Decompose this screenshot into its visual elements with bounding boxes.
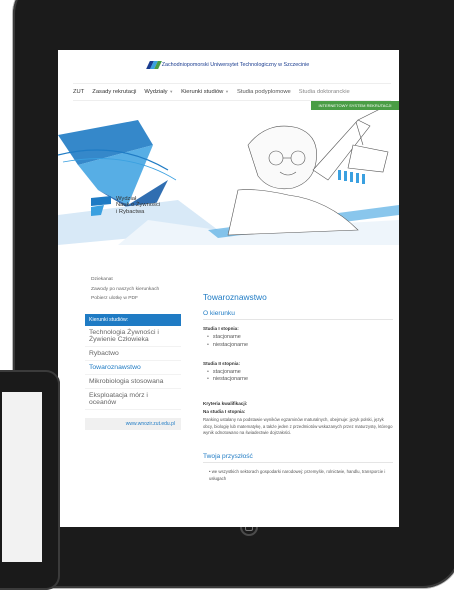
faculty-website-link[interactable]: www.wnozir.zut.edu.pl	[85, 418, 181, 430]
sidebar-link-dziekanat[interactable]: Dziekanat	[91, 275, 159, 285]
sidebar-item-eksploatacja[interactable]: Eksploatacja mórz i oceanów	[85, 389, 181, 410]
sidebar-item-technologia[interactable]: Technologia Żywności i Żywienie Człowiek…	[85, 326, 181, 347]
main-navigation: ZUT Zasady rekrutacji Wydziały ▼ Kierunk…	[73, 83, 391, 101]
sidebar-item-rybactwo[interactable]: Rybactwo	[85, 347, 181, 361]
university-logo-icon	[145, 61, 162, 69]
second-device-frame	[0, 370, 60, 590]
second-device-screen	[2, 392, 42, 562]
criteria-sub-label: Na studia I stopnia:	[203, 409, 246, 415]
sidebar-menu: Kierunki studiów: Technologia Żywności i…	[85, 314, 181, 430]
sidebar-link-pdf[interactable]: Pobierz ulotkę w PDF	[91, 294, 159, 304]
page-title: Towaroznawstwo	[203, 292, 267, 302]
list-item: niestacjonarne	[203, 376, 393, 384]
tablet-screen: Zachodniopomorski Uniwersytet Technologi…	[58, 50, 399, 527]
university-name[interactable]: Zachodniopomorski Uniwersytet Technologi…	[162, 62, 310, 68]
list-item: stacjonarne	[203, 334, 393, 342]
hero-illustration	[58, 110, 399, 245]
sidebar-links: Dziekanat Zawody po naszych kierunkach P…	[91, 275, 159, 304]
sidebar-item-mikrobiologia[interactable]: Mikrobiologia stosowana	[85, 375, 181, 389]
criteria-label: Kryteria kwalifikacji:	[203, 401, 248, 407]
nav-item-studia-podyplomowe[interactable]: Studia podyplomowe	[237, 89, 291, 95]
first-degree-label: Studia I stopnia:	[203, 326, 239, 331]
caret-down-icon: ▼	[169, 89, 174, 94]
faculty-name: Wydział Nauk o Żywności i Rybactwa	[116, 196, 161, 215]
nav-item-wydzialy[interactable]: Wydziały ▼	[144, 89, 173, 95]
list-item: niestacjonarne	[203, 342, 393, 350]
about-section-title: O kierunku	[203, 310, 393, 320]
future-section-title: Twoja przyszłość	[203, 453, 393, 463]
main-content: Towaroznawstwo O kierunku Studia I stopn…	[203, 292, 393, 482]
faculty-logo[interactable]: Wydział Nauk o Żywności i Rybactwa	[90, 196, 160, 216]
list-item: • we wszystkich sektorach gospodarki nar…	[209, 468, 386, 481]
caret-down-icon: ▼	[225, 89, 229, 94]
nav-item-kierunki[interactable]: Kierunki studiów ▼	[181, 89, 229, 95]
nav-item-zut[interactable]: ZUT	[73, 89, 84, 95]
nav-item-studia-doktoranckie[interactable]: Studia doktoranckie	[299, 89, 350, 95]
sidebar-menu-header: Kierunki studiów:	[85, 314, 181, 326]
faculty-emblem-icon	[91, 196, 111, 216]
nav-item-zasady-rekrutacji[interactable]: Zasady rekrutacji	[92, 89, 136, 95]
recruitment-system-button[interactable]: INTERNETOWY SYSTEM REKRUTACJI	[311, 101, 399, 110]
device-mockup-scene: Zachodniopomorski Uniwersytet Technologi…	[0, 0, 454, 590]
sidebar-link-zawody[interactable]: Zawody po naszych kierunkach	[91, 285, 159, 295]
sidebar-item-towaroznawstwo[interactable]: Towaroznawstwo	[85, 361, 181, 375]
second-degree-label: Studia II stopnia:	[203, 360, 241, 366]
criteria-text: Ranking ustalany na podstawie wyników eg…	[203, 417, 393, 436]
list-item: stacjonarne	[203, 369, 393, 377]
brand-header: Zachodniopomorski Uniwersytet Technologi…	[58, 50, 399, 80]
